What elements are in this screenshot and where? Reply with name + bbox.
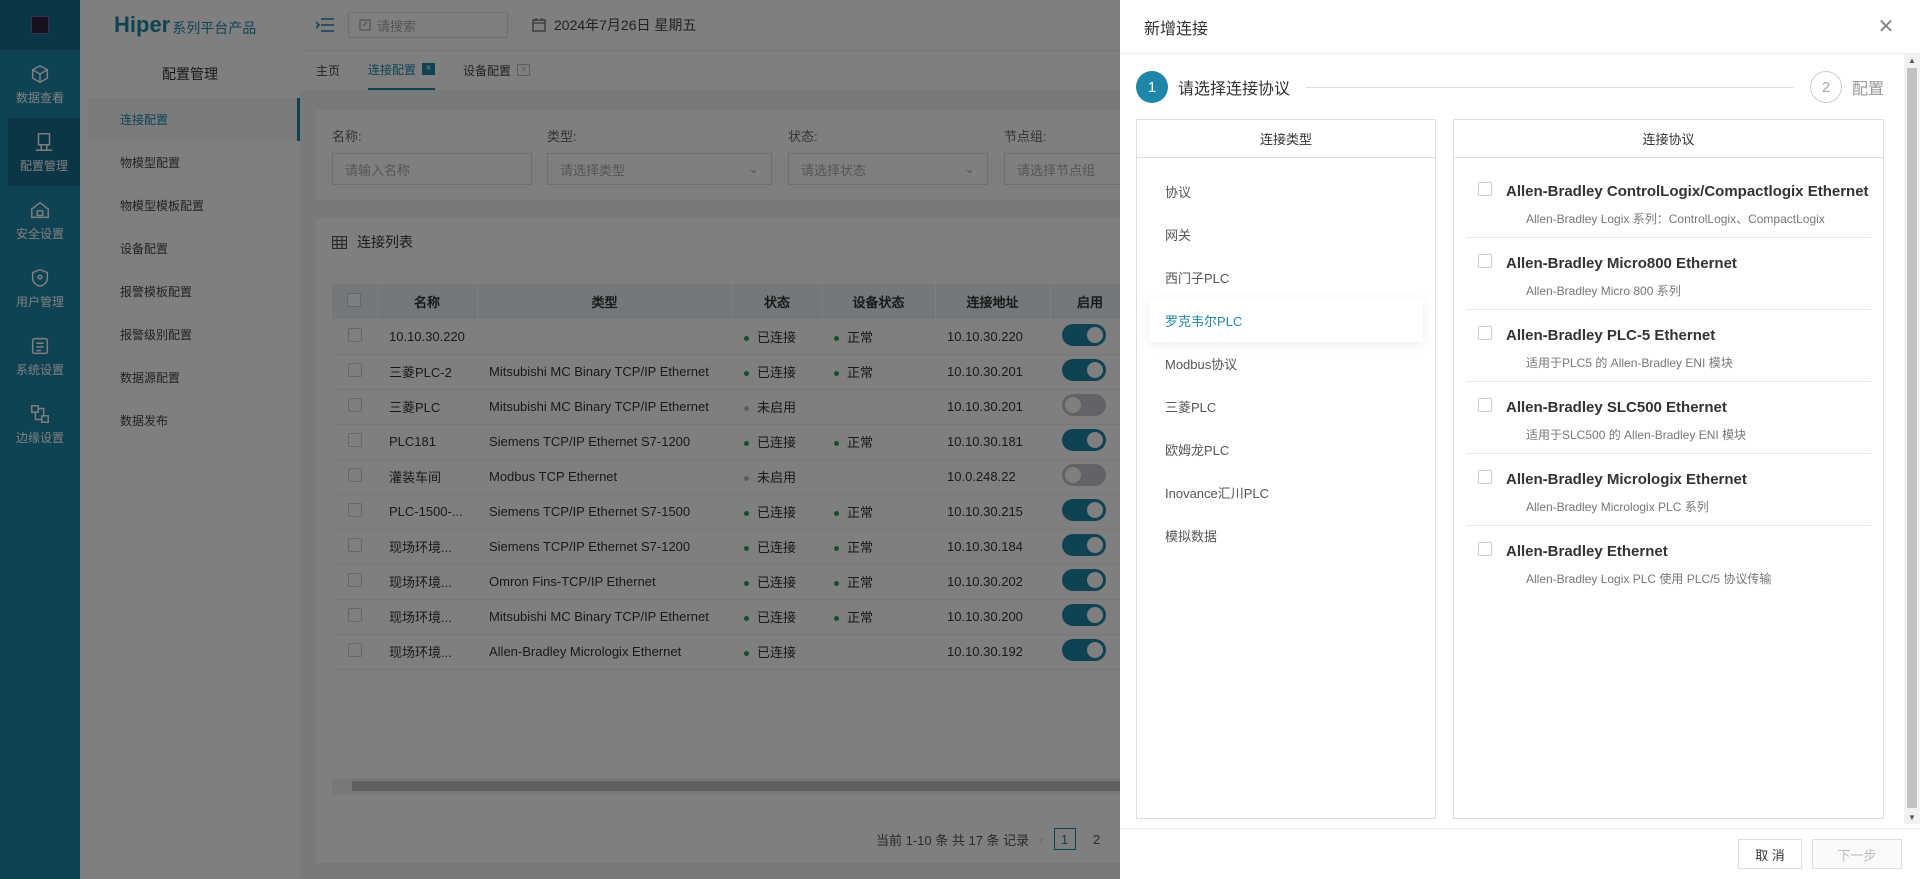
protocol-checkbox[interactable] (1478, 542, 1492, 556)
step-connector (1306, 86, 1794, 88)
protocol-option[interactable]: Allen-Bradley Ethernet Allen-Bradley Logi… (1466, 526, 1871, 597)
drawer-footer: 取 消 下一步 (1120, 828, 1920, 879)
protocol-description: Allen-Bradley Logix 系列：ControlLogix、Comp… (1526, 212, 1825, 226)
scrollbar-thumb[interactable] (1907, 68, 1917, 808)
connection-protocol-header: 连接协议 (1454, 120, 1883, 158)
step-2-label: 配置 (1851, 81, 1884, 98)
protocol-option[interactable]: Allen-Bradley SLC500 Ethernet 适用于SLC500 的… (1466, 382, 1871, 454)
protocol-description: 适用于SLC500 的 Allen-Bradley ENI 模块 (1526, 428, 1747, 442)
cancel-button[interactable]: 取 消 (1738, 839, 1802, 869)
stepper: 1 请选择连接协议 2 配置 (1136, 70, 1884, 104)
connection-type-item[interactable]: 欧姆龙PLC (1149, 428, 1423, 471)
scroll-down-icon[interactable]: ▼ (1908, 813, 1916, 822)
protocol-name: Allen-Bradley Ethernet (1506, 543, 1668, 560)
next-step-button[interactable]: 下一步 (1812, 839, 1902, 869)
protocol-description: 适用于PLC5 的 Allen-Bradley ENI 模块 (1526, 356, 1733, 370)
connection-type-item[interactable]: Modbus协议 (1149, 342, 1423, 385)
protocol-description: Allen-Bradley Logix PLC 使用 PLC/5 协议传输 (1526, 572, 1772, 586)
protocol-name: Allen-Bradley PLC-5 Ethernet (1506, 327, 1716, 344)
protocol-name: Allen-Bradley Micro800 Ethernet (1506, 255, 1737, 272)
protocol-checkbox[interactable] (1478, 254, 1492, 268)
protocol-option[interactable]: Allen-Bradley ControlLogix/Compactlogix … (1466, 166, 1871, 238)
protocol-checkbox[interactable] (1478, 398, 1492, 412)
protocol-checkbox[interactable] (1478, 470, 1492, 484)
protocol-description: Allen-Bradley Micro 800 系列 (1526, 284, 1681, 298)
connection-protocol-panel: 连接协议 Allen-Bradley ControlLogix/Compactl… (1453, 119, 1884, 819)
connection-type-list: 协议 网关 西门子PLC 罗克韦尔PLC Modbus协议 三菱PLC 欧姆龙PLC Inov… (1137, 158, 1435, 557)
step-1-number: 1 (1136, 71, 1168, 103)
protocol-checkbox[interactable] (1478, 326, 1492, 340)
scroll-up-icon[interactable]: ▲ (1908, 56, 1916, 65)
step-1-label: 请选择连接协议 (1178, 81, 1291, 98)
drawer-title: 新增连接 (1144, 20, 1209, 38)
connection-type-item[interactable]: Inovance汇川PLC (1149, 471, 1423, 514)
protocol-option[interactable]: Allen-Bradley Micrologix Ethernet Allen-B… (1466, 454, 1871, 526)
drawer-vertical-scrollbar[interactable]: ▲ ▼ (1904, 54, 1920, 824)
protocol-option[interactable]: Allen-Bradley Micro800 Ethernet Allen-Bra… (1466, 238, 1871, 310)
protocol-name: Allen-Bradley ControlLogix/Compactlogix … (1506, 183, 1869, 200)
connection-type-item[interactable]: 西门子PLC (1149, 256, 1423, 299)
protocol-description: Allen-Bradley Micrologix PLC 系列 (1526, 500, 1709, 514)
protocol-name: Allen-Bradley SLC500 Ethernet (1506, 399, 1727, 416)
new-connection-drawer: 新增连接 ✕ 1 请选择连接协议 2 配置 连接类型 协议 网关 西门子PLC 罗克韦… (1120, 0, 1920, 879)
protocol-option[interactable]: Allen-Bradley PLC-5 Ethernet 适用于PLC5 的 Al… (1466, 310, 1871, 382)
step-2-number: 2 (1809, 71, 1842, 103)
connection-type-item[interactable]: 罗克韦尔PLC (1149, 299, 1423, 342)
connection-type-item[interactable]: 协议 (1149, 170, 1423, 213)
protocol-name: Allen-Bradley Micrologix Ethernet (1506, 471, 1747, 488)
connection-type-item[interactable]: 模拟数据 (1149, 514, 1423, 557)
protocol-list: Allen-Bradley ControlLogix/Compactlogix … (1454, 158, 1883, 597)
connection-type-header: 连接类型 (1137, 120, 1435, 158)
connection-type-panel: 连接类型 协议 网关 西门子PLC 罗克韦尔PLC Modbus协议 三菱PLC 欧姆龙PL… (1136, 119, 1436, 819)
close-icon[interactable]: ✕ (1876, 16, 1896, 38)
drawer-header: 新增连接 ✕ (1120, 0, 1920, 54)
connection-type-item[interactable]: 三菱PLC (1149, 385, 1423, 428)
connection-type-item[interactable]: 网关 (1149, 213, 1423, 256)
